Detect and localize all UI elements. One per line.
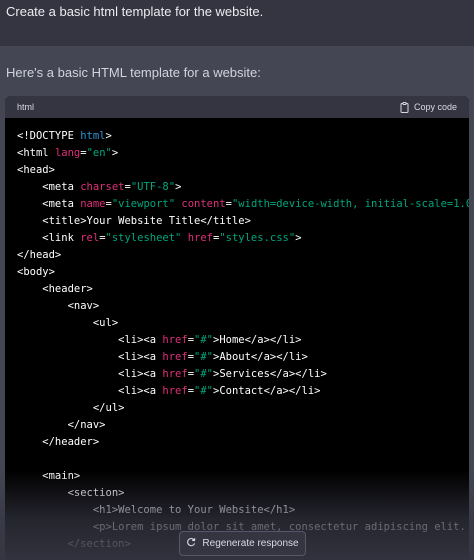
code-line: <body> bbox=[17, 264, 469, 281]
code-line: <li><a href="#">About</a></li> bbox=[17, 349, 469, 366]
code-token: <meta bbox=[17, 181, 81, 193]
code-line: <li><a href="#">Services</a></li> bbox=[17, 366, 469, 383]
code-token: > bbox=[295, 232, 302, 244]
code-line: <main> bbox=[17, 468, 469, 485]
code-token: </head> bbox=[17, 249, 62, 261]
regenerate-response-label: Regenerate response bbox=[202, 538, 299, 549]
code-token: href bbox=[187, 232, 213, 244]
code-token: <!DOCTYPE bbox=[17, 130, 81, 142]
code-token: "stylesheet" bbox=[105, 232, 182, 244]
code-token: >Contact</a></li> bbox=[213, 385, 321, 397]
code-token: <li><a bbox=[17, 334, 163, 346]
code-token: <li><a bbox=[17, 351, 163, 363]
code-token: html bbox=[80, 130, 106, 142]
code-token: "viewport" bbox=[111, 198, 176, 210]
code-token: <li><a bbox=[17, 368, 163, 380]
code-token: <html bbox=[17, 147, 55, 159]
code-token: <h1>Welcome to Your Website</h1> bbox=[17, 504, 296, 516]
code-token: > bbox=[105, 130, 112, 142]
code-token: <meta bbox=[17, 198, 81, 210]
code-line: <nav> bbox=[17, 298, 469, 315]
assistant-intro-text: Here's a basic HTML template for a websi… bbox=[6, 65, 261, 80]
code-token: content bbox=[181, 198, 226, 210]
code-token: </nav> bbox=[17, 419, 106, 431]
code-line: <html lang="en"> bbox=[17, 145, 469, 162]
copy-code-label: Copy code bbox=[413, 102, 457, 112]
code-token: "UTF-8" bbox=[130, 181, 176, 193]
code-token: "#" bbox=[194, 368, 213, 380]
code-token: "styles.css" bbox=[219, 232, 296, 244]
code-token: "width=device-width, initial-scale=1.0" bbox=[231, 198, 469, 210]
code-token: <title>Your Website Title</title> bbox=[17, 215, 251, 227]
code-line: <h1>Welcome to Your Website</h1> bbox=[17, 502, 469, 519]
code-token: </ul> bbox=[17, 402, 125, 414]
code-token: href bbox=[162, 385, 188, 397]
code-token: <section> bbox=[17, 487, 125, 499]
code-token: > bbox=[175, 181, 182, 193]
refresh-icon bbox=[186, 537, 196, 550]
user-message: Create a basic html template for the web… bbox=[0, 0, 474, 46]
code-token: >Services</a></li> bbox=[213, 368, 327, 380]
code-token: <body> bbox=[17, 266, 55, 278]
assistant-message: Here's a basic HTML template for a websi… bbox=[0, 46, 474, 560]
code-token: <nav> bbox=[17, 300, 100, 312]
code-line: <li><a href="#">Contact</a></li> bbox=[17, 383, 469, 400]
code-token: href bbox=[162, 368, 188, 380]
code-token: href bbox=[162, 334, 188, 346]
code-line: </nav> bbox=[17, 417, 469, 434]
code-token: name bbox=[80, 198, 106, 210]
code-token: "#" bbox=[194, 334, 213, 346]
code-line: <meta charset="UTF-8"> bbox=[17, 179, 469, 196]
code-token: <header> bbox=[17, 283, 93, 295]
code-token: "en" bbox=[86, 147, 112, 159]
code-token: >Home</a></li> bbox=[213, 334, 302, 346]
user-message-text: Create a basic html template for the web… bbox=[6, 4, 264, 19]
code-token: > bbox=[111, 147, 119, 159]
code-line: </head> bbox=[17, 247, 469, 264]
code-content: <!DOCTYPE html> <html lang="en"> <head> <m… bbox=[5, 118, 469, 553]
code-line: <li><a href="#">Home</a></li> bbox=[17, 332, 469, 349]
code-token: </header> bbox=[17, 436, 100, 448]
code-line: <section> bbox=[17, 485, 469, 502]
code-line: <title>Your Website Title</title> bbox=[17, 213, 469, 230]
code-line: <header> bbox=[17, 281, 469, 298]
code-token: >About</a></li> bbox=[213, 351, 308, 363]
code-token: </section> bbox=[17, 538, 131, 550]
copy-code-button[interactable]: Copy code bbox=[400, 101, 457, 113]
code-token: rel bbox=[80, 232, 100, 244]
code-token: <li><a bbox=[17, 385, 163, 397]
code-line: <link rel="stylesheet" href="styles.css"… bbox=[17, 230, 469, 247]
regenerate-response-button[interactable]: Regenerate response bbox=[179, 531, 306, 556]
code-line: <!DOCTYPE html> bbox=[17, 128, 469, 145]
code-block: html Copy code <!DOCTYPE html> <html lang… bbox=[5, 96, 469, 560]
code-block-header: html Copy code bbox=[5, 96, 469, 118]
code-token: <ul> bbox=[17, 317, 119, 329]
code-token: "#" bbox=[194, 351, 213, 363]
code-token: <head> bbox=[17, 164, 55, 176]
code-language-label: html bbox=[17, 102, 35, 112]
code-line: </header> bbox=[17, 434, 469, 451]
clipboard-icon bbox=[400, 101, 409, 113]
code-token: <main> bbox=[17, 470, 81, 482]
code-token: charset bbox=[80, 181, 125, 193]
code-token: "#" bbox=[194, 385, 213, 397]
code-line: <ul> bbox=[17, 315, 469, 332]
code-line: <meta name="viewport" content="width=dev… bbox=[17, 196, 469, 213]
code-line: </ul> bbox=[17, 400, 469, 417]
code-token: lang bbox=[54, 147, 81, 159]
code-line: <head> bbox=[17, 162, 469, 179]
code-token: href bbox=[162, 351, 188, 363]
code-token: <link bbox=[17, 232, 81, 244]
